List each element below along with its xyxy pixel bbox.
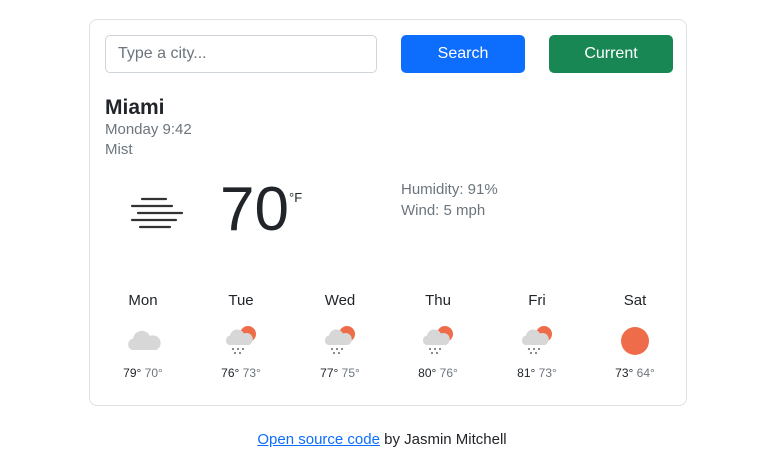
forecast-low: 75° xyxy=(341,366,360,380)
temperature-unit[interactable]: °F xyxy=(289,190,302,205)
forecast-day: Sat 73° 64° xyxy=(586,292,684,380)
forecast-day-name: Sat xyxy=(623,292,647,309)
wind-speed: Wind: 5 mph xyxy=(401,202,486,219)
forecast-day: Thu 80° 76° xyxy=(389,292,487,380)
city-search-input[interactable] xyxy=(105,35,377,73)
sun-icon xyxy=(621,327,649,355)
forecast-high: 73° xyxy=(615,366,634,380)
rain-sun-icon xyxy=(324,326,355,354)
forecast-row: Mon 79° 70° Tue 76° 73° Wed 77° 75° Thu … xyxy=(94,292,684,392)
forecast-low: 64° xyxy=(636,366,655,380)
forecast-low: 73° xyxy=(242,366,261,380)
forecast-high: 80° xyxy=(418,366,437,380)
search-button[interactable]: Search xyxy=(401,35,525,73)
forecast-low: 76° xyxy=(439,366,458,380)
forecast-day: Fri 81° 73° xyxy=(488,292,586,380)
forecast-high: 76° xyxy=(221,366,240,380)
cloud-icon xyxy=(128,330,161,350)
weather-description: Mist xyxy=(105,141,133,158)
mist-icon xyxy=(130,197,184,229)
forecast-day-name: Fri xyxy=(528,292,546,309)
forecast-high: 79° xyxy=(123,366,142,380)
rain-sun-icon xyxy=(521,326,552,354)
forecast-day: Wed 77° 75° xyxy=(291,292,389,380)
forecast-day-name: Thu xyxy=(425,292,451,309)
forecast-high: 77° xyxy=(320,366,339,380)
current-temperature: 70 xyxy=(220,175,289,244)
city-name: Miami xyxy=(105,96,165,119)
forecast-day: Tue 76° 73° xyxy=(192,292,290,380)
current-location-button[interactable]: Current xyxy=(549,35,673,73)
forecast-day-name: Mon xyxy=(128,292,158,309)
footer: Open source code by Jasmin Mitchell xyxy=(0,431,764,448)
forecast-day-name: Tue xyxy=(228,292,254,309)
forecast-day-name: Wed xyxy=(324,292,356,309)
rain-sun-icon xyxy=(225,326,256,354)
source-code-link[interactable]: Open source code xyxy=(257,431,380,448)
forecast-high: 81° xyxy=(517,366,536,380)
forecast-low: 70° xyxy=(144,366,163,380)
forecast-day: Mon 79° 70° xyxy=(94,292,192,380)
footer-byline: by Jasmin Mitchell xyxy=(379,431,507,448)
humidity: Humidity: 91% xyxy=(401,181,498,198)
current-date: Monday 9:42 xyxy=(105,121,192,138)
forecast-low: 73° xyxy=(538,366,557,380)
rain-sun-icon xyxy=(422,326,453,354)
weather-card: Search Current Miami Monday 9:42 Mist 70… xyxy=(89,19,687,406)
